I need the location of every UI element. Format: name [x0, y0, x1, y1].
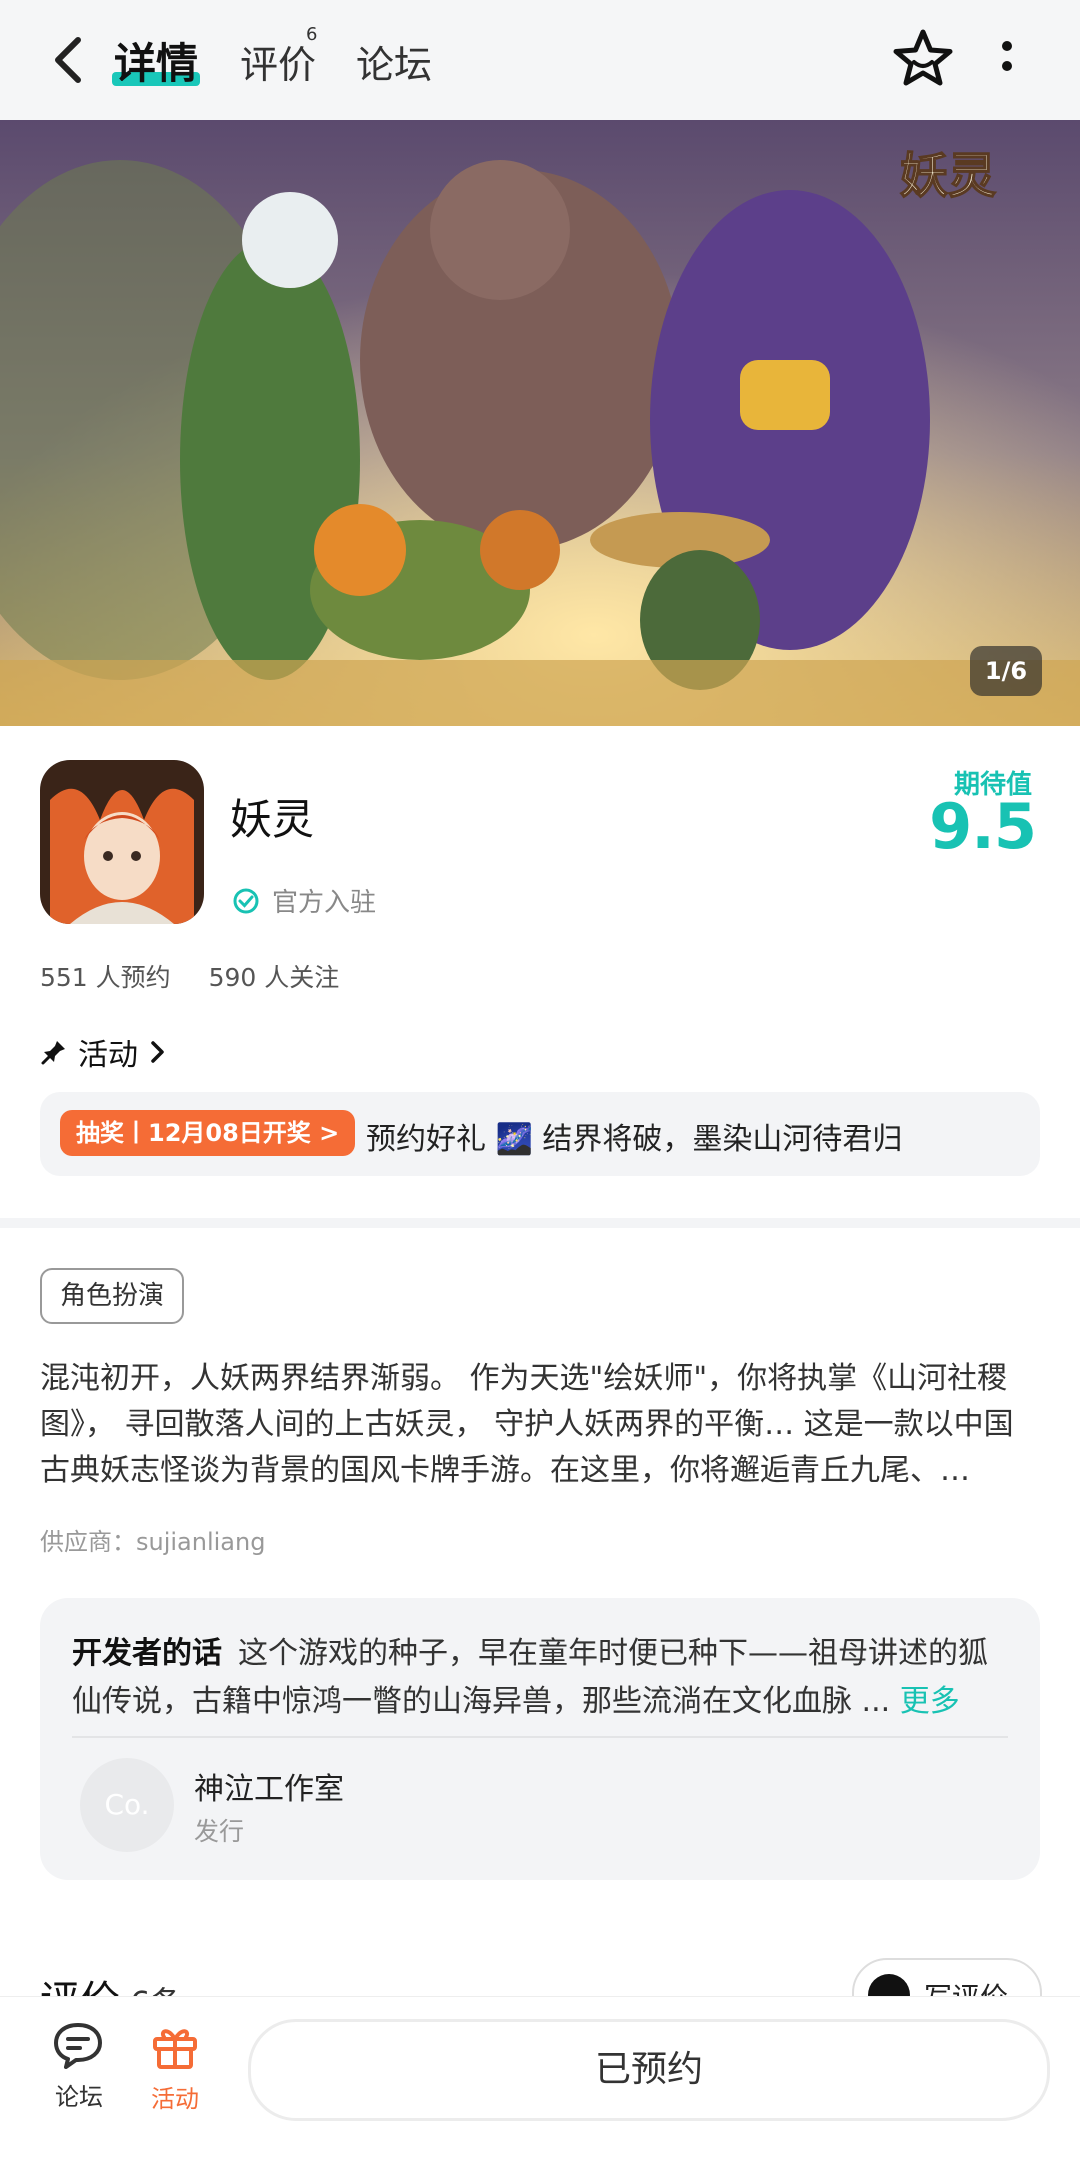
- reserved-button[interactable]: 已预约: [248, 2019, 1050, 2121]
- top-nav: 详情 评价 6 论坛: [0, 0, 1080, 120]
- chevron-right-icon: [151, 1041, 164, 1063]
- tab-details[interactable]: 详情: [114, 30, 198, 91]
- activity-title: 活动: [78, 1038, 138, 1073]
- developer-note: 开发者的话 这个游戏的种子，早在童年时便已种下——祖母讲述的狐仙传说，古籍中惊鸿一…: [72, 1630, 1012, 1726]
- official-label: 官方入驻: [272, 888, 377, 918]
- bottom-activity-label: 活动: [151, 2085, 199, 2113]
- tab-reviews[interactable]: 评价: [240, 34, 316, 89]
- favorite-star-icon[interactable]: [890, 26, 956, 92]
- bottom-action-bar: 论坛 活动 已预约: [0, 1996, 1080, 2182]
- lottery-badge: 抽奖丨12月08日开奖 >: [60, 1110, 356, 1156]
- back-arrow-icon[interactable]: [40, 30, 100, 90]
- banner-carousel[interactable]: 妖灵 1/6: [0, 120, 1080, 726]
- reservation-count: 551 人预约: [40, 963, 171, 992]
- bottom-activity-button[interactable]: 活动: [130, 2021, 220, 2114]
- game-icon: [40, 760, 204, 924]
- game-stats: 551 人预约 590 人关注: [40, 958, 369, 994]
- bottom-forum-button[interactable]: 论坛: [34, 2021, 124, 2112]
- follower-count: 590 人关注: [208, 963, 340, 992]
- studio-name[interactable]: 神泣工作室: [194, 1764, 344, 1808]
- supplier-info: 供应商：sujianliang: [40, 1528, 266, 1556]
- activity-text: 预约好礼 🌌 结界将破，墨染山河待君归: [366, 1122, 903, 1157]
- genre-tag[interactable]: 角色扮演: [40, 1268, 185, 1324]
- game-description[interactable]: 混沌初开，人妖两界结界渐弱。 作为天选"绘妖师"，你将执掌《山河社稷图》， 寻回…: [40, 1356, 1040, 1494]
- verified-check-icon: [233, 888, 259, 913]
- official-badge: 官方入驻: [232, 882, 376, 919]
- gift-icon: [153, 2029, 197, 2069]
- bottom-forum-label: 论坛: [55, 2083, 103, 2111]
- banner-page-counter: 1/6: [970, 646, 1042, 696]
- expectation-score: 9.5: [929, 790, 1037, 863]
- reviews-count-badge: 6: [306, 24, 318, 45]
- studio-role: 发行: [194, 1817, 245, 1846]
- banner-logo: 妖灵: [900, 148, 996, 204]
- section-divider: [0, 1218, 1080, 1228]
- studio-avatar[interactable]: Co.: [80, 1758, 174, 1852]
- developer-more-link[interactable]: 更多: [900, 1684, 960, 1719]
- activity-section-header[interactable]: 活动: [40, 1030, 168, 1074]
- pin-icon: [41, 1041, 65, 1065]
- developer-card[interactable]: 开发者的话 这个游戏的种子，早在童年时便已种下——祖母讲述的狐仙传说，古籍中惊鸿一…: [40, 1598, 1040, 1880]
- forum-chat-icon: [54, 2023, 102, 2069]
- tab-forum[interactable]: 论坛: [356, 34, 432, 89]
- more-options-icon[interactable]: [992, 34, 1022, 84]
- activity-card[interactable]: 抽奖丨12月08日开奖 > 预约好礼 🌌 结界将破，墨染山河待君归: [40, 1092, 1040, 1176]
- game-title: 妖灵: [230, 795, 315, 844]
- banner-artwork: 妖灵: [0, 120, 1080, 726]
- developer-note-heading: 开发者的话: [72, 1636, 222, 1671]
- developer-card-divider: [72, 1736, 1008, 1738]
